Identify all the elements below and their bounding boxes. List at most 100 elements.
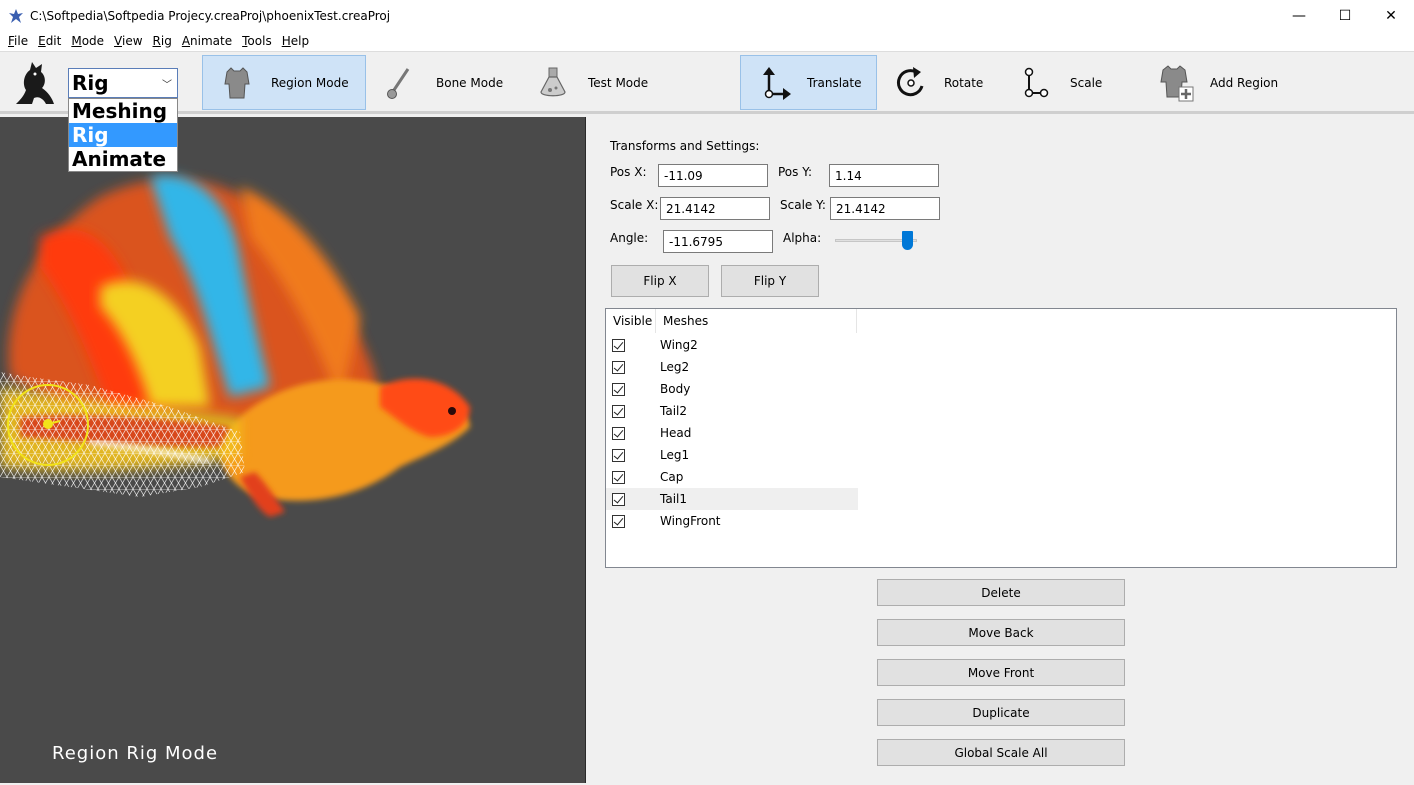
meshes-list[interactable]: Visible Meshes Wing2 Leg2 Body Tail2 Hea… xyxy=(605,308,1397,568)
maximize-button[interactable]: ☐ xyxy=(1322,0,1368,31)
mode-select[interactable]: Rig ﹀ xyxy=(68,68,178,98)
visible-checkbox[interactable] xyxy=(612,492,625,506)
delete-button[interactable]: Delete xyxy=(877,579,1125,606)
toolbar: Rig ﹀ Region Mode Bone Mode Test Mode Tr… xyxy=(0,51,1414,114)
visible-checkbox[interactable] xyxy=(612,426,625,440)
close-button[interactable]: ✕ xyxy=(1368,0,1414,31)
app-icon xyxy=(9,8,23,23)
menu-bar: File Edit Mode View Rig Animate Tools He… xyxy=(0,31,1414,51)
title-bar: C:\Softpedia\Softpedia Projecy.creaProj\… xyxy=(0,0,1414,31)
transforms-heading: Transforms and Settings: xyxy=(610,139,760,153)
flip-x-button[interactable]: Flip X xyxy=(611,265,709,297)
flask-icon xyxy=(540,67,566,96)
visible-checkbox[interactable] xyxy=(612,448,625,462)
test-mode-button[interactable]: Test Mode xyxy=(536,55,686,110)
visible-checkbox[interactable] xyxy=(612,404,625,418)
mesh-name: Wing2 xyxy=(660,338,698,352)
pos-y-input[interactable]: 1.14 xyxy=(829,164,939,187)
scale-y-label: Scale Y: xyxy=(780,198,826,212)
region-mode-label: Region Mode xyxy=(271,75,349,90)
visible-checkbox[interactable] xyxy=(612,470,625,484)
meshes-list-header: Visible Meshes xyxy=(606,309,1396,333)
mode-dropdown-list: Meshing Rig Animate xyxy=(68,98,178,172)
mesh-name: Head xyxy=(660,426,692,440)
scale-button[interactable]: Scale xyxy=(1018,55,1128,110)
add-region-button[interactable]: Add Region xyxy=(1156,55,1306,110)
alpha-label: Alpha: xyxy=(783,231,822,245)
mesh-row[interactable]: Leg2 xyxy=(606,356,858,378)
phoenix-artwork xyxy=(0,175,470,517)
alpha-slider-thumb[interactable] xyxy=(902,231,914,250)
mesh-name: Leg1 xyxy=(660,448,690,462)
mesh-name: Body xyxy=(660,382,691,396)
pos-y-label: Pos Y: xyxy=(778,165,812,179)
bone-icon xyxy=(387,67,410,99)
translate-icon xyxy=(763,66,791,100)
angle-label: Angle: xyxy=(610,231,649,245)
pos-x-input[interactable]: -11.09 xyxy=(658,164,768,187)
menu-tools[interactable]: Tools xyxy=(238,34,276,48)
mesh-row[interactable]: WingFront xyxy=(606,510,858,532)
column-visible[interactable]: Visible xyxy=(606,309,656,333)
translate-button[interactable]: Translate xyxy=(740,55,877,110)
add-region-icon xyxy=(1160,64,1194,101)
menu-view[interactable]: View xyxy=(110,34,146,48)
mode-option-rig[interactable]: Rig xyxy=(69,123,177,147)
visible-checkbox[interactable] xyxy=(612,360,625,374)
shirt-icon xyxy=(224,66,250,98)
mesh-row[interactable]: Body xyxy=(606,378,858,400)
visible-checkbox[interactable] xyxy=(612,514,625,528)
move-back-button[interactable]: Move Back xyxy=(877,619,1125,646)
bone-mode-label: Bone Mode xyxy=(436,75,504,90)
visible-checkbox[interactable] xyxy=(612,382,625,396)
mesh-row[interactable]: Tail2 xyxy=(606,400,858,422)
flip-y-button[interactable]: Flip Y xyxy=(721,265,819,297)
scale-x-input[interactable]: 21.4142 xyxy=(660,197,770,220)
global-scale-all-button[interactable]: Global Scale All xyxy=(877,739,1125,766)
pos-x-label: Pos X: xyxy=(610,165,647,179)
canvas-mode-label: Region Rig Mode xyxy=(52,743,219,764)
duplicate-button[interactable]: Duplicate xyxy=(877,699,1125,726)
menu-mode[interactable]: Mode xyxy=(67,34,108,48)
mesh-row[interactable]: Cap xyxy=(606,466,858,488)
scale-y-input[interactable]: 21.4142 xyxy=(830,197,940,220)
visible-checkbox[interactable] xyxy=(612,338,625,352)
menu-animate[interactable]: Animate xyxy=(178,34,236,48)
translate-label: Translate xyxy=(807,75,862,90)
window-controls: — ☐ ✕ xyxy=(1276,0,1414,31)
mesh-row[interactable]: Leg1 xyxy=(606,444,858,466)
menu-help[interactable]: Help xyxy=(278,34,313,48)
mesh-name: Tail1 xyxy=(660,492,687,506)
test-mode-label: Test Mode xyxy=(588,75,649,90)
cat-logo-icon xyxy=(16,62,54,104)
scale-icon xyxy=(1024,67,1049,97)
move-front-button[interactable]: Move Front xyxy=(877,659,1125,686)
menu-rig[interactable]: Rig xyxy=(149,34,176,48)
column-meshes[interactable]: Meshes xyxy=(656,309,857,333)
rotate-icon xyxy=(896,66,924,96)
region-mode-button[interactable]: Region Mode xyxy=(202,55,366,110)
mode-select-value: Rig xyxy=(72,71,109,95)
mode-option-meshing[interactable]: Meshing xyxy=(69,99,177,123)
scale-x-label: Scale X: xyxy=(610,198,659,212)
rotate-label: Rotate xyxy=(944,75,984,90)
mesh-row[interactable]: Head xyxy=(606,422,858,444)
bone-mode-button[interactable]: Bone Mode xyxy=(382,55,522,110)
chevron-down-icon: ﹀ xyxy=(162,80,172,91)
window-title: C:\Softpedia\Softpedia Projecy.creaProj\… xyxy=(30,8,391,23)
mesh-name: Leg2 xyxy=(660,360,690,374)
menu-file[interactable]: File xyxy=(4,34,32,48)
rig-canvas[interactable]: Region Rig Mode xyxy=(0,117,586,783)
mesh-name: Cap xyxy=(660,470,684,484)
mesh-row-hover[interactable]: Tail1 xyxy=(606,488,858,510)
mesh-name: WingFront xyxy=(660,514,721,528)
scale-label: Scale xyxy=(1070,75,1103,90)
mesh-name: Tail2 xyxy=(660,404,687,418)
mode-option-animate[interactable]: Animate xyxy=(69,147,177,171)
angle-input[interactable]: -11.6795 xyxy=(663,230,773,253)
minimize-button[interactable]: — xyxy=(1276,0,1322,31)
add-region-label: Add Region xyxy=(1210,75,1279,90)
menu-edit[interactable]: Edit xyxy=(34,34,65,48)
mesh-row[interactable]: Wing2 xyxy=(606,334,858,356)
rotate-button[interactable]: Rotate xyxy=(892,55,1002,110)
